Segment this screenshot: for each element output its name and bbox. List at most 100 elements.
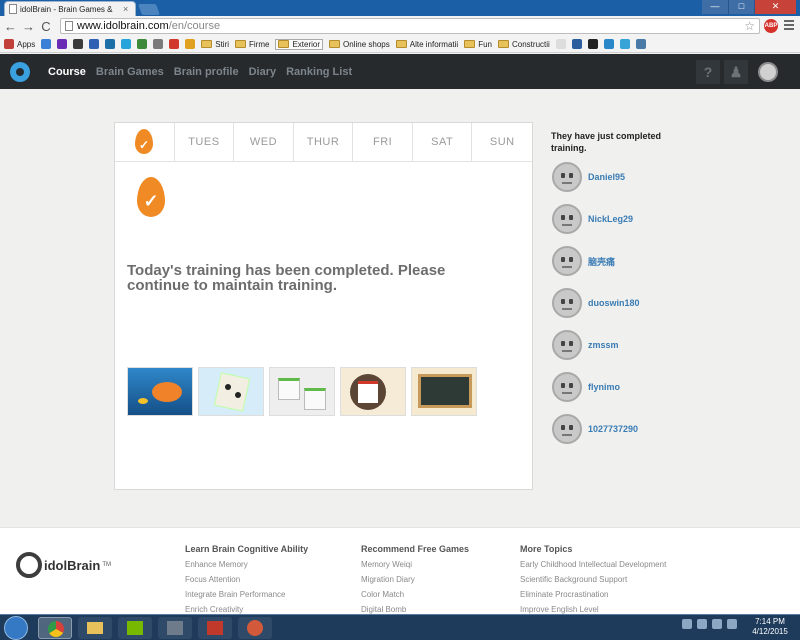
user-name[interactable]: NickLeg29	[588, 214, 633, 224]
bookmark-site-19[interactable]	[571, 39, 582, 49]
bookmark-online-shops[interactable]: Online shops	[329, 40, 390, 49]
forward-button[interactable]: →	[22, 19, 35, 34]
bookmark-site-9[interactable]	[169, 39, 180, 49]
bookmark-site-7[interactable]	[137, 39, 148, 49]
footer-link[interactable]: Enhance Memory	[185, 560, 308, 569]
footer-logo[interactable]: idolBrain TM	[16, 552, 111, 578]
page-info-icon[interactable]	[65, 21, 73, 31]
maximize-button[interactable]: □	[728, 0, 754, 14]
tab-close-icon[interactable]: ×	[123, 4, 128, 14]
bookmark-site-4[interactable]	[89, 39, 100, 49]
footer-link[interactable]: Eliminate Procrastination	[520, 590, 666, 599]
user-name[interactable]: 脑壳痛	[588, 255, 615, 268]
footer-link[interactable]: Improve English Level	[520, 605, 666, 614]
start-button[interactable]	[4, 616, 28, 640]
bookmark-stiri[interactable]: Stiri	[201, 40, 229, 49]
volume-icon[interactable]	[712, 619, 722, 629]
bookmark-site-21[interactable]	[603, 39, 614, 49]
bookmark-site-5[interactable]	[105, 39, 116, 49]
user-name[interactable]: 1027737290	[588, 424, 638, 434]
recent-user-item[interactable]: 脑壳痛	[552, 246, 615, 276]
adblock-icon[interactable]: ABP	[764, 19, 778, 33]
day-tab-fri[interactable]: FRI	[353, 123, 413, 161]
browser-menu-icon[interactable]	[784, 20, 794, 30]
memo-game-thumbnail[interactable]	[340, 367, 406, 416]
nav-ranking-list[interactable]: Ranking List	[286, 66, 352, 78]
day-tab-wed[interactable]: WED	[234, 123, 294, 161]
user-name[interactable]: Daniel95	[588, 172, 625, 182]
media-taskbar-icon[interactable]	[158, 617, 192, 639]
address-bar[interactable]: www.idolbrain.com/en/course ☆	[60, 18, 760, 34]
day-tab-tues[interactable]: TUES	[175, 123, 235, 161]
day-tab-sat[interactable]: SAT	[413, 123, 473, 161]
dice-game-thumbnail[interactable]	[269, 367, 335, 416]
bookmark-site-6[interactable]	[121, 39, 132, 49]
notification-bell-icon[interactable]: ♟	[724, 60, 748, 84]
help-button[interactable]: ?	[696, 60, 720, 84]
bookmark-site-3[interactable]	[73, 39, 84, 49]
recent-user-item[interactable]: 1027737290	[552, 414, 638, 444]
flag-icon[interactable]	[727, 619, 737, 629]
tray-arrow-icon[interactable]	[682, 619, 692, 629]
weiqi-game-thumbnail[interactable]	[198, 367, 264, 416]
footer-link[interactable]: Integrate Brain Performance	[185, 590, 308, 599]
minimize-button[interactable]: —	[702, 0, 728, 14]
fish-game-thumbnail[interactable]	[127, 367, 193, 416]
recent-user-item[interactable]: Daniel95	[552, 162, 625, 192]
footer-link[interactable]: Scientific Background Support	[520, 575, 666, 584]
footer-link[interactable]: Color Match	[361, 590, 469, 599]
bookmark-site-22[interactable]	[619, 39, 630, 49]
footer-link[interactable]: Enrich Creativity	[185, 605, 308, 614]
user-avatar[interactable]	[758, 62, 778, 82]
user-name[interactable]: duoswin180	[588, 298, 640, 308]
folder-icon	[395, 40, 407, 48]
browser-tab[interactable]: idolBrain - Brain Games & ×	[4, 1, 136, 16]
new-tab-button[interactable]	[137, 4, 161, 15]
file-explorer-taskbar-icon[interactable]	[78, 617, 112, 639]
idolbrain-logo-icon[interactable]	[10, 62, 30, 82]
back-button[interactable]: ←	[4, 19, 17, 34]
footer-link[interactable]: Digital Bomb	[361, 605, 469, 614]
nav-brain-games[interactable]: Brain Games	[96, 66, 164, 78]
nav-course[interactable]: Course	[48, 66, 86, 78]
blackboard-game-thumbnail[interactable]	[411, 367, 477, 416]
bookmark-site-1[interactable]	[41, 39, 52, 49]
bookmark-site-18[interactable]	[555, 39, 566, 49]
nvidia-taskbar-icon[interactable]	[118, 617, 152, 639]
recent-user-item[interactable]: flynimo	[552, 372, 620, 402]
user-name[interactable]: zmssm	[588, 340, 619, 350]
bookmark-alte-informatii[interactable]: Alte informatii	[395, 40, 458, 49]
network-icon[interactable]	[697, 619, 707, 629]
close-window-button[interactable]: ✕	[754, 0, 796, 14]
bookmark-constructii[interactable]: Constructii	[498, 40, 550, 49]
bookmark-fun[interactable]: Fun	[464, 40, 492, 49]
recent-user-item[interactable]: NickLeg29	[552, 204, 633, 234]
system-clock[interactable]: 7:14 PM 4/12/2015	[748, 617, 792, 637]
bookmark-site-8[interactable]	[153, 39, 164, 49]
user-name[interactable]: flynimo	[588, 382, 620, 392]
day-tab-thur[interactable]: THUR	[294, 123, 354, 161]
bookmark-star-icon[interactable]: ☆	[744, 19, 755, 33]
globe-taskbar-icon[interactable]	[238, 617, 272, 639]
bookmark-firme[interactable]: Firme	[235, 40, 269, 49]
app-taskbar-icon[interactable]	[198, 617, 232, 639]
recent-user-item[interactable]: zmssm	[552, 330, 619, 360]
nav-brain-profile[interactable]: Brain profile	[174, 66, 239, 78]
bookmark-site-2[interactable]	[57, 39, 68, 49]
bookmark-site-20[interactable]	[587, 39, 598, 49]
bookmark-apps[interactable]: Apps	[4, 39, 35, 49]
bookmark-site-23[interactable]	[635, 39, 646, 49]
chrome-taskbar-icon[interactable]	[38, 617, 72, 639]
folder-icon	[235, 40, 247, 48]
reload-button[interactable]: C	[40, 19, 52, 34]
day-tab-completed[interactable]: ✓	[115, 123, 175, 161]
footer-link[interactable]: Early Childhood Intellectual Development	[520, 560, 666, 569]
recent-user-item[interactable]: duoswin180	[552, 288, 640, 318]
footer-link[interactable]: Memory Weiqi	[361, 560, 469, 569]
day-tab-sun[interactable]: SUN	[472, 123, 532, 161]
footer-link[interactable]: Migration Diary	[361, 575, 469, 584]
bookmark-exterior[interactable]: Exterior	[275, 38, 324, 50]
bookmark-site-10[interactable]	[185, 39, 196, 49]
nav-diary[interactable]: Diary	[249, 66, 277, 78]
footer-link[interactable]: Focus Attention	[185, 575, 308, 584]
